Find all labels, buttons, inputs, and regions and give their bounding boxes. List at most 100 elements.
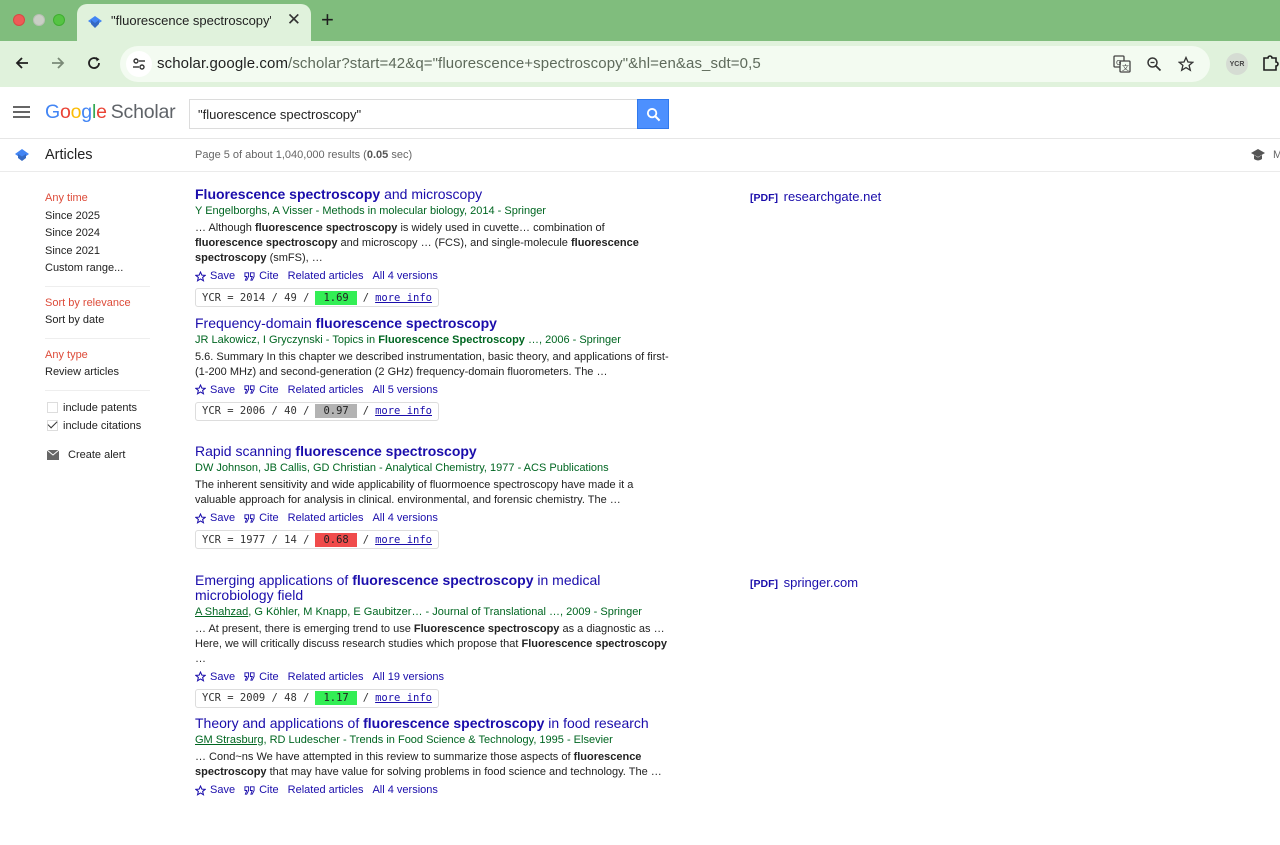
filter-any-time[interactable]: Any time xyxy=(45,190,155,208)
save-button[interactable]: Save xyxy=(195,270,235,282)
more-info-link[interactable]: more info xyxy=(375,292,432,304)
filter-review-articles[interactable]: Review articles xyxy=(45,364,155,382)
quote-icon xyxy=(244,513,255,523)
result-item: Fluorescence spectroscopy and microscopy… xyxy=(195,187,895,316)
result-actions: Save Cite Related articles All 19 versions xyxy=(195,670,895,684)
result-title-link[interactable]: Emerging applications of fluorescence sp… xyxy=(195,572,675,603)
include-citations-label: include citations xyxy=(63,419,142,432)
forward-arrow-icon[interactable] xyxy=(46,51,70,75)
pdf-link[interactable]: [PDF] researchgate.net xyxy=(750,189,881,204)
include-citations-checkbox[interactable]: include citations xyxy=(45,417,155,435)
window-minimize-button[interactable] xyxy=(33,14,45,26)
cite-button[interactable]: Cite xyxy=(244,784,279,796)
back-arrow-icon[interactable] xyxy=(10,51,34,75)
filter-custom-range[interactable]: Custom range... xyxy=(45,260,155,278)
ycr-badge: YCR = 2014 / 49 / 1.69 / more info xyxy=(195,288,439,307)
search-button[interactable] xyxy=(637,99,669,129)
tab-close-icon[interactable]: ✕ xyxy=(287,10,301,30)
window-zoom-button[interactable] xyxy=(53,14,65,26)
cite-button[interactable]: Cite xyxy=(244,512,279,524)
result-title-link[interactable]: Frequency-domain fluorescence spectrosco… xyxy=(195,315,675,331)
include-patents-checkbox[interactable]: include patents xyxy=(45,399,155,417)
save-button[interactable]: Save xyxy=(195,512,235,524)
more-info-link[interactable]: more info xyxy=(375,692,432,704)
related-articles-link[interactable]: Related articles xyxy=(288,384,364,396)
cite-button[interactable]: Cite xyxy=(244,671,279,683)
checkbox-box[interactable] xyxy=(47,402,58,413)
result-title-link[interactable]: Theory and applications of fluorescence … xyxy=(195,716,675,731)
address-bar[interactable]: scholar.google.com/scholar?start=42&q="f… xyxy=(120,46,1210,82)
extensions-puzzle-icon[interactable] xyxy=(1262,53,1280,78)
pdf-tag: [PDF] xyxy=(750,577,778,590)
browser-tab-bar: "fluorescence spectroscopy" ✕ + xyxy=(0,0,1280,41)
cite-button[interactable]: Cite xyxy=(244,384,279,396)
all-versions-link[interactable]: All 19 versions xyxy=(372,671,444,683)
google-scholar-logo[interactable]: Google Scholar xyxy=(45,101,176,124)
browser-toolbar: scholar.google.com/scholar?start=42&q="f… xyxy=(0,41,1280,87)
result-snippet: … Although fluorescence spectroscopy is … xyxy=(195,222,639,264)
checkbox-box[interactable] xyxy=(47,420,58,431)
browser-tab[interactable]: "fluorescence spectroscopy" ✕ xyxy=(77,4,311,41)
search-box[interactable] xyxy=(189,99,637,129)
more-info-link[interactable]: more info xyxy=(375,405,432,417)
cite-button[interactable]: Cite xyxy=(244,270,279,282)
result-snippet: … Cond~ns We have attempted in this revi… xyxy=(195,751,662,778)
bookmark-star-icon[interactable] xyxy=(1176,54,1196,74)
all-versions-link[interactable]: All 5 versions xyxy=(372,384,437,396)
filter-since-2025[interactable]: Since 2025 xyxy=(45,208,155,226)
new-tab-icon[interactable]: + xyxy=(321,7,334,33)
save-button[interactable]: Save xyxy=(195,784,235,796)
save-button[interactable]: Save xyxy=(195,384,235,396)
related-articles-link[interactable]: Related articles xyxy=(288,784,364,796)
include-patents-label: include patents xyxy=(63,401,137,414)
all-versions-link[interactable]: All 4 versions xyxy=(372,512,437,524)
filter-any-type[interactable]: Any type xyxy=(45,347,155,365)
scholar-favicon-icon xyxy=(88,16,102,28)
star-icon xyxy=(195,512,206,524)
save-button[interactable]: Save xyxy=(195,671,235,683)
create-alert-button[interactable]: Create alert xyxy=(45,449,155,461)
filter-sidebar: Any time Since 2025 Since 2024 Since 202… xyxy=(45,190,155,461)
result-authors: GM Strasburg, RD Ludescher - Trends in F… xyxy=(195,734,613,746)
more-info-link[interactable]: more info xyxy=(375,534,432,546)
result-title-link[interactable]: Fluorescence spectroscopy and microscopy xyxy=(195,187,675,202)
ycr-score: 1.17 xyxy=(315,691,357,705)
sort-by-date[interactable]: Sort by date xyxy=(45,312,155,330)
result-authors: A Shahzad, G Köhler, M Knapp, E Gaubitze… xyxy=(195,605,642,618)
result-item: Rapid scanning fluorescence spectroscopy… xyxy=(195,444,895,573)
pdf-link[interactable]: [PDF] springer.com xyxy=(750,575,858,590)
site-info-icon[interactable] xyxy=(126,51,152,77)
quote-icon xyxy=(244,672,255,681)
result-authors: JR Lakowicz, I Gryczynski - Topics in Fl… xyxy=(195,333,621,346)
save-label: Save xyxy=(210,270,236,282)
my-library-label[interactable]: M xyxy=(1273,149,1280,161)
zoom-icon[interactable] xyxy=(1144,54,1164,74)
sort-by-relevance[interactable]: Sort by relevance xyxy=(45,295,155,313)
reload-icon[interactable] xyxy=(82,51,106,75)
all-versions-link[interactable]: All 4 versions xyxy=(372,784,437,796)
star-icon xyxy=(195,270,206,282)
tab-title: "fluorescence spectroscopy" xyxy=(111,13,271,28)
result-stats: Page 5 of about 1,040,000 results (0.05 … xyxy=(195,149,413,161)
filter-since-2024[interactable]: Since 2024 xyxy=(45,225,155,243)
related-articles-link[interactable]: Related articles xyxy=(288,270,364,282)
ycr-extension-icon[interactable]: YCR xyxy=(1226,53,1248,75)
result-actions: Save Cite Related articles All 4 versions xyxy=(195,269,895,283)
my-library-icon[interactable] xyxy=(1250,148,1266,162)
star-icon xyxy=(195,784,206,796)
translate-icon[interactable]: G文 xyxy=(1112,54,1132,74)
ycr-separator: / xyxy=(362,692,370,704)
result-title-link[interactable]: Rapid scanning fluorescence spectroscopy xyxy=(195,444,675,459)
window-close-button[interactable] xyxy=(13,14,25,26)
ycr-score: 0.97 xyxy=(315,404,357,418)
cite-label: Cite xyxy=(259,670,279,683)
related-articles-link[interactable]: Related articles xyxy=(288,512,364,524)
related-articles-link[interactable]: Related articles xyxy=(288,671,364,683)
filter-since-2021[interactable]: Since 2021 xyxy=(45,243,155,261)
menu-hamburger-icon[interactable] xyxy=(13,106,30,118)
search-input[interactable] xyxy=(190,100,637,128)
result-item: Frequency-domain fluorescence spectrosco… xyxy=(195,315,895,445)
envelope-icon xyxy=(47,449,59,460)
all-versions-link[interactable]: All 4 versions xyxy=(372,270,437,282)
ycr-separator: / xyxy=(362,405,370,417)
